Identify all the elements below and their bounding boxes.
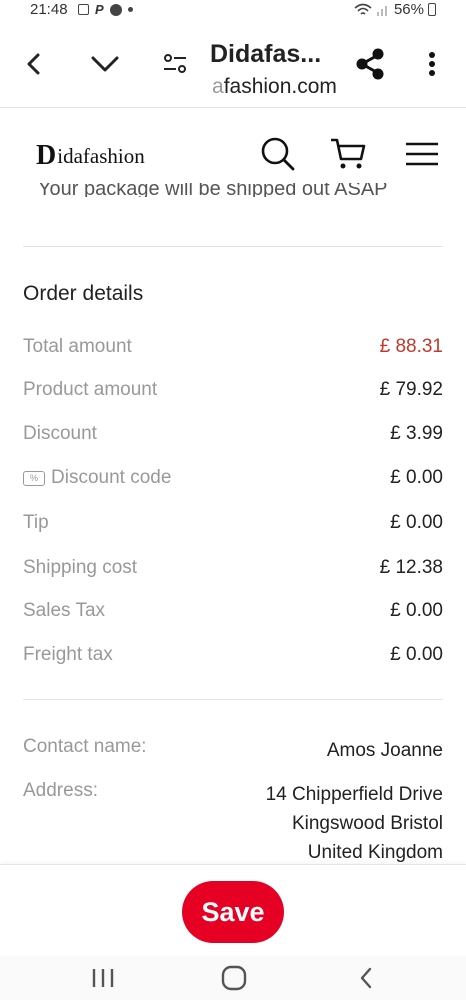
status-bar: 21:48 P 56% bbox=[0, 0, 466, 20]
freight-tax-value: £ 0.00 bbox=[390, 644, 443, 665]
sales-tax-label: Sales Tax bbox=[23, 600, 106, 621]
tip-value: £ 0.00 bbox=[390, 512, 443, 533]
address-value: 14 Chipperfield Drive Kingswood Bristol … bbox=[266, 780, 443, 867]
status-time: 21:48 bbox=[30, 1, 68, 18]
product-amount-row: Product amount £ 79.92 bbox=[23, 379, 443, 407]
home-icon[interactable] bbox=[214, 962, 254, 994]
discount-code-label-wrap: % Discount code bbox=[23, 467, 171, 489]
address-label: Address: bbox=[23, 780, 98, 801]
contact-name-value: Amos Joanne bbox=[326, 740, 443, 761]
paypal-icon: P bbox=[95, 2, 104, 17]
discount-label: Discount bbox=[23, 423, 97, 444]
url-prefix: a bbox=[212, 75, 224, 98]
menu-icon[interactable] bbox=[402, 134, 442, 174]
shipping-cost-row: Shipping cost £ 12.38 bbox=[23, 557, 443, 585]
system-nav-bar bbox=[0, 956, 466, 1000]
more-notifications-icon bbox=[127, 7, 133, 12]
total-amount-row: Total amount £ 88.31 bbox=[23, 336, 443, 364]
save-button[interactable]: Save bbox=[182, 881, 284, 943]
product-amount-label: Product amount bbox=[23, 379, 158, 400]
sales-tax-row: Sales Tax £ 0.00 bbox=[23, 600, 443, 628]
total-amount-value: £ 88.31 bbox=[379, 336, 443, 357]
url-rest: fashion.com bbox=[223, 75, 337, 98]
cart-icon[interactable] bbox=[328, 134, 368, 174]
discount-code-label: Discount code bbox=[51, 467, 172, 488]
browser-toolbar: Didafas... afashion.com bbox=[0, 20, 466, 108]
product-amount-value: £ 79.92 bbox=[379, 379, 443, 400]
share-icon[interactable] bbox=[350, 44, 390, 84]
divider bbox=[23, 246, 443, 247]
site-logo[interactable]: D idafashion bbox=[36, 140, 145, 172]
sales-tax-value: £ 0.00 bbox=[390, 600, 443, 621]
battery-percent: 56% bbox=[393, 1, 424, 18]
discount-row: Discount £ 3.99 bbox=[23, 423, 443, 451]
shipping-notice: Your package will be shipped out ASAP bbox=[38, 183, 388, 197]
tip-label: Tip bbox=[23, 512, 49, 533]
coupon-icon: % bbox=[23, 470, 45, 486]
address-line: Kingswood Bristol bbox=[291, 813, 443, 834]
discount-value: £ 3.99 bbox=[390, 423, 443, 444]
notification-icons: P bbox=[78, 2, 133, 17]
messenger-icon bbox=[109, 3, 122, 16]
discount-code-row: % Discount code £ 0.00 bbox=[23, 467, 443, 495]
search-icon[interactable] bbox=[258, 134, 298, 174]
battery-icon bbox=[428, 3, 436, 16]
freight-tax-row: Freight tax £ 0.00 bbox=[23, 644, 443, 672]
back-icon[interactable] bbox=[14, 44, 54, 84]
address-line: 14 Chipperfield Drive bbox=[265, 784, 443, 805]
address-line: United Kingdom bbox=[307, 842, 443, 863]
tip-row: Tip £ 0.00 bbox=[23, 512, 443, 540]
recent-apps-icon[interactable] bbox=[83, 962, 123, 994]
discount-code-value: £ 0.00 bbox=[390, 467, 443, 488]
page-title: Didafas... bbox=[210, 40, 322, 68]
address-row: Address: 14 Chipperfield Drive Kingswood… bbox=[23, 780, 443, 870]
freight-tax-label: Freight tax bbox=[23, 644, 113, 665]
shipping-cost-value: £ 12.38 bbox=[379, 557, 443, 578]
contact-name-row: Contact name: Amos Joanne bbox=[23, 736, 443, 766]
contact-name-label: Contact name: bbox=[23, 736, 147, 757]
logo-text: idafashion bbox=[57, 143, 145, 168]
signal-icon bbox=[376, 6, 387, 16]
order-details-title: Order details bbox=[23, 282, 144, 305]
wifi-icon bbox=[354, 3, 372, 15]
page-settings-icon[interactable] bbox=[155, 44, 195, 84]
bottom-action-bar: Save bbox=[0, 864, 466, 957]
shipping-cost-label: Shipping cost bbox=[23, 557, 138, 578]
logo-mark: D bbox=[36, 140, 57, 171]
gallery-icon bbox=[78, 4, 89, 15]
total-amount-label: Total amount bbox=[23, 336, 132, 357]
chevron-down-icon[interactable] bbox=[85, 44, 125, 84]
divider bbox=[23, 699, 443, 700]
page-url: afashion.com bbox=[212, 75, 337, 99]
status-right: 56% bbox=[354, 1, 436, 18]
more-icon[interactable] bbox=[412, 44, 452, 84]
nav-back-icon[interactable] bbox=[346, 962, 386, 994]
